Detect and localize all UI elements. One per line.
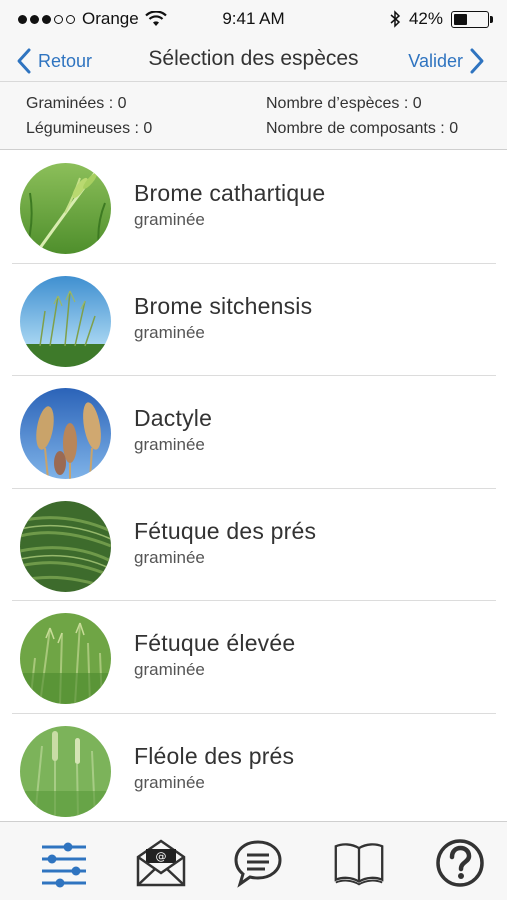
dactyle-photo bbox=[20, 388, 111, 479]
selection-summary: Graminées : 0 Légumineuses : 0 Nombre d’… bbox=[0, 82, 507, 150]
fleole-des-pres-photo bbox=[20, 725, 111, 817]
bluetooth-icon bbox=[390, 10, 401, 28]
tab-bar: @ bbox=[0, 821, 507, 900]
species-row-brome-cathartique[interactable]: Brome cathartique graminée bbox=[12, 151, 496, 264]
fetuque-elevee-photo bbox=[20, 613, 111, 704]
svg-text:@: @ bbox=[156, 850, 167, 863]
graminees-count: Graminées : 0 bbox=[26, 95, 127, 112]
brome-sitchensis-photo bbox=[20, 275, 111, 367]
brome-cathartique-photo bbox=[20, 163, 111, 254]
tab-contact[interactable]: @ bbox=[133, 836, 189, 890]
help-icon bbox=[436, 839, 484, 887]
species-name: Brome sitchensis bbox=[134, 292, 313, 319]
status-right: 42% bbox=[389, 9, 493, 29]
species-row-brome-sitchensis[interactable]: Brome sitchensis graminée bbox=[12, 264, 496, 376]
components-count: Nombre de composants : 0 bbox=[266, 120, 459, 137]
species-name: Fétuque des prés bbox=[134, 517, 317, 544]
species-row-fetuque-elevee[interactable]: Fétuque élevée graminée bbox=[12, 601, 496, 714]
species-type: graminée bbox=[134, 210, 205, 229]
species-type: graminée bbox=[134, 660, 205, 679]
species-row-fetuque-des-pres[interactable]: Fétuque des prés graminée bbox=[12, 489, 496, 601]
species-count: Nombre d’espèces : 0 bbox=[266, 95, 422, 112]
species-row-fleole-des-pres[interactable]: Fléole des prés graminée bbox=[12, 714, 496, 822]
legumineuses-count: Légumineuses : 0 bbox=[26, 120, 153, 137]
species-row-dactyle[interactable]: Dactyle graminée bbox=[12, 376, 496, 489]
species-list[interactable]: Brome cathartique graminée Brome sitchen… bbox=[0, 151, 507, 821]
tab-guide[interactable] bbox=[331, 836, 387, 890]
species-type: graminée bbox=[134, 547, 205, 567]
book-icon bbox=[334, 843, 384, 886]
species-name: Fléole des prés bbox=[134, 742, 295, 769]
species-name: Brome cathartique bbox=[134, 180, 326, 206]
species-type: graminée bbox=[134, 435, 205, 454]
envelope-at-icon: @ bbox=[136, 839, 186, 887]
species-name: Dactyle bbox=[134, 405, 213, 431]
species-type: graminée bbox=[134, 322, 205, 342]
status-bar: Orange 9:41 AM 42% bbox=[0, 0, 507, 40]
navigation-bar: Retour Sélection des espèces Valider bbox=[0, 40, 507, 82]
battery-percentage: 42% bbox=[408, 9, 443, 28]
sliders-icon bbox=[42, 842, 86, 888]
tab-messages[interactable] bbox=[230, 836, 286, 890]
chevron-right-icon bbox=[470, 48, 484, 74]
battery-fill bbox=[454, 13, 468, 25]
chat-bubble-icon bbox=[234, 840, 282, 888]
tab-filters[interactable] bbox=[36, 836, 92, 890]
species-name: Fétuque élevée bbox=[134, 630, 296, 656]
validate-button[interactable]: Valider bbox=[408, 46, 485, 76]
species-type: graminée bbox=[134, 772, 205, 792]
fetuque-des-pres-photo bbox=[20, 500, 111, 592]
battery-icon bbox=[451, 10, 493, 28]
tab-help[interactable] bbox=[432, 836, 488, 890]
validate-button-label: Valider bbox=[408, 50, 463, 71]
